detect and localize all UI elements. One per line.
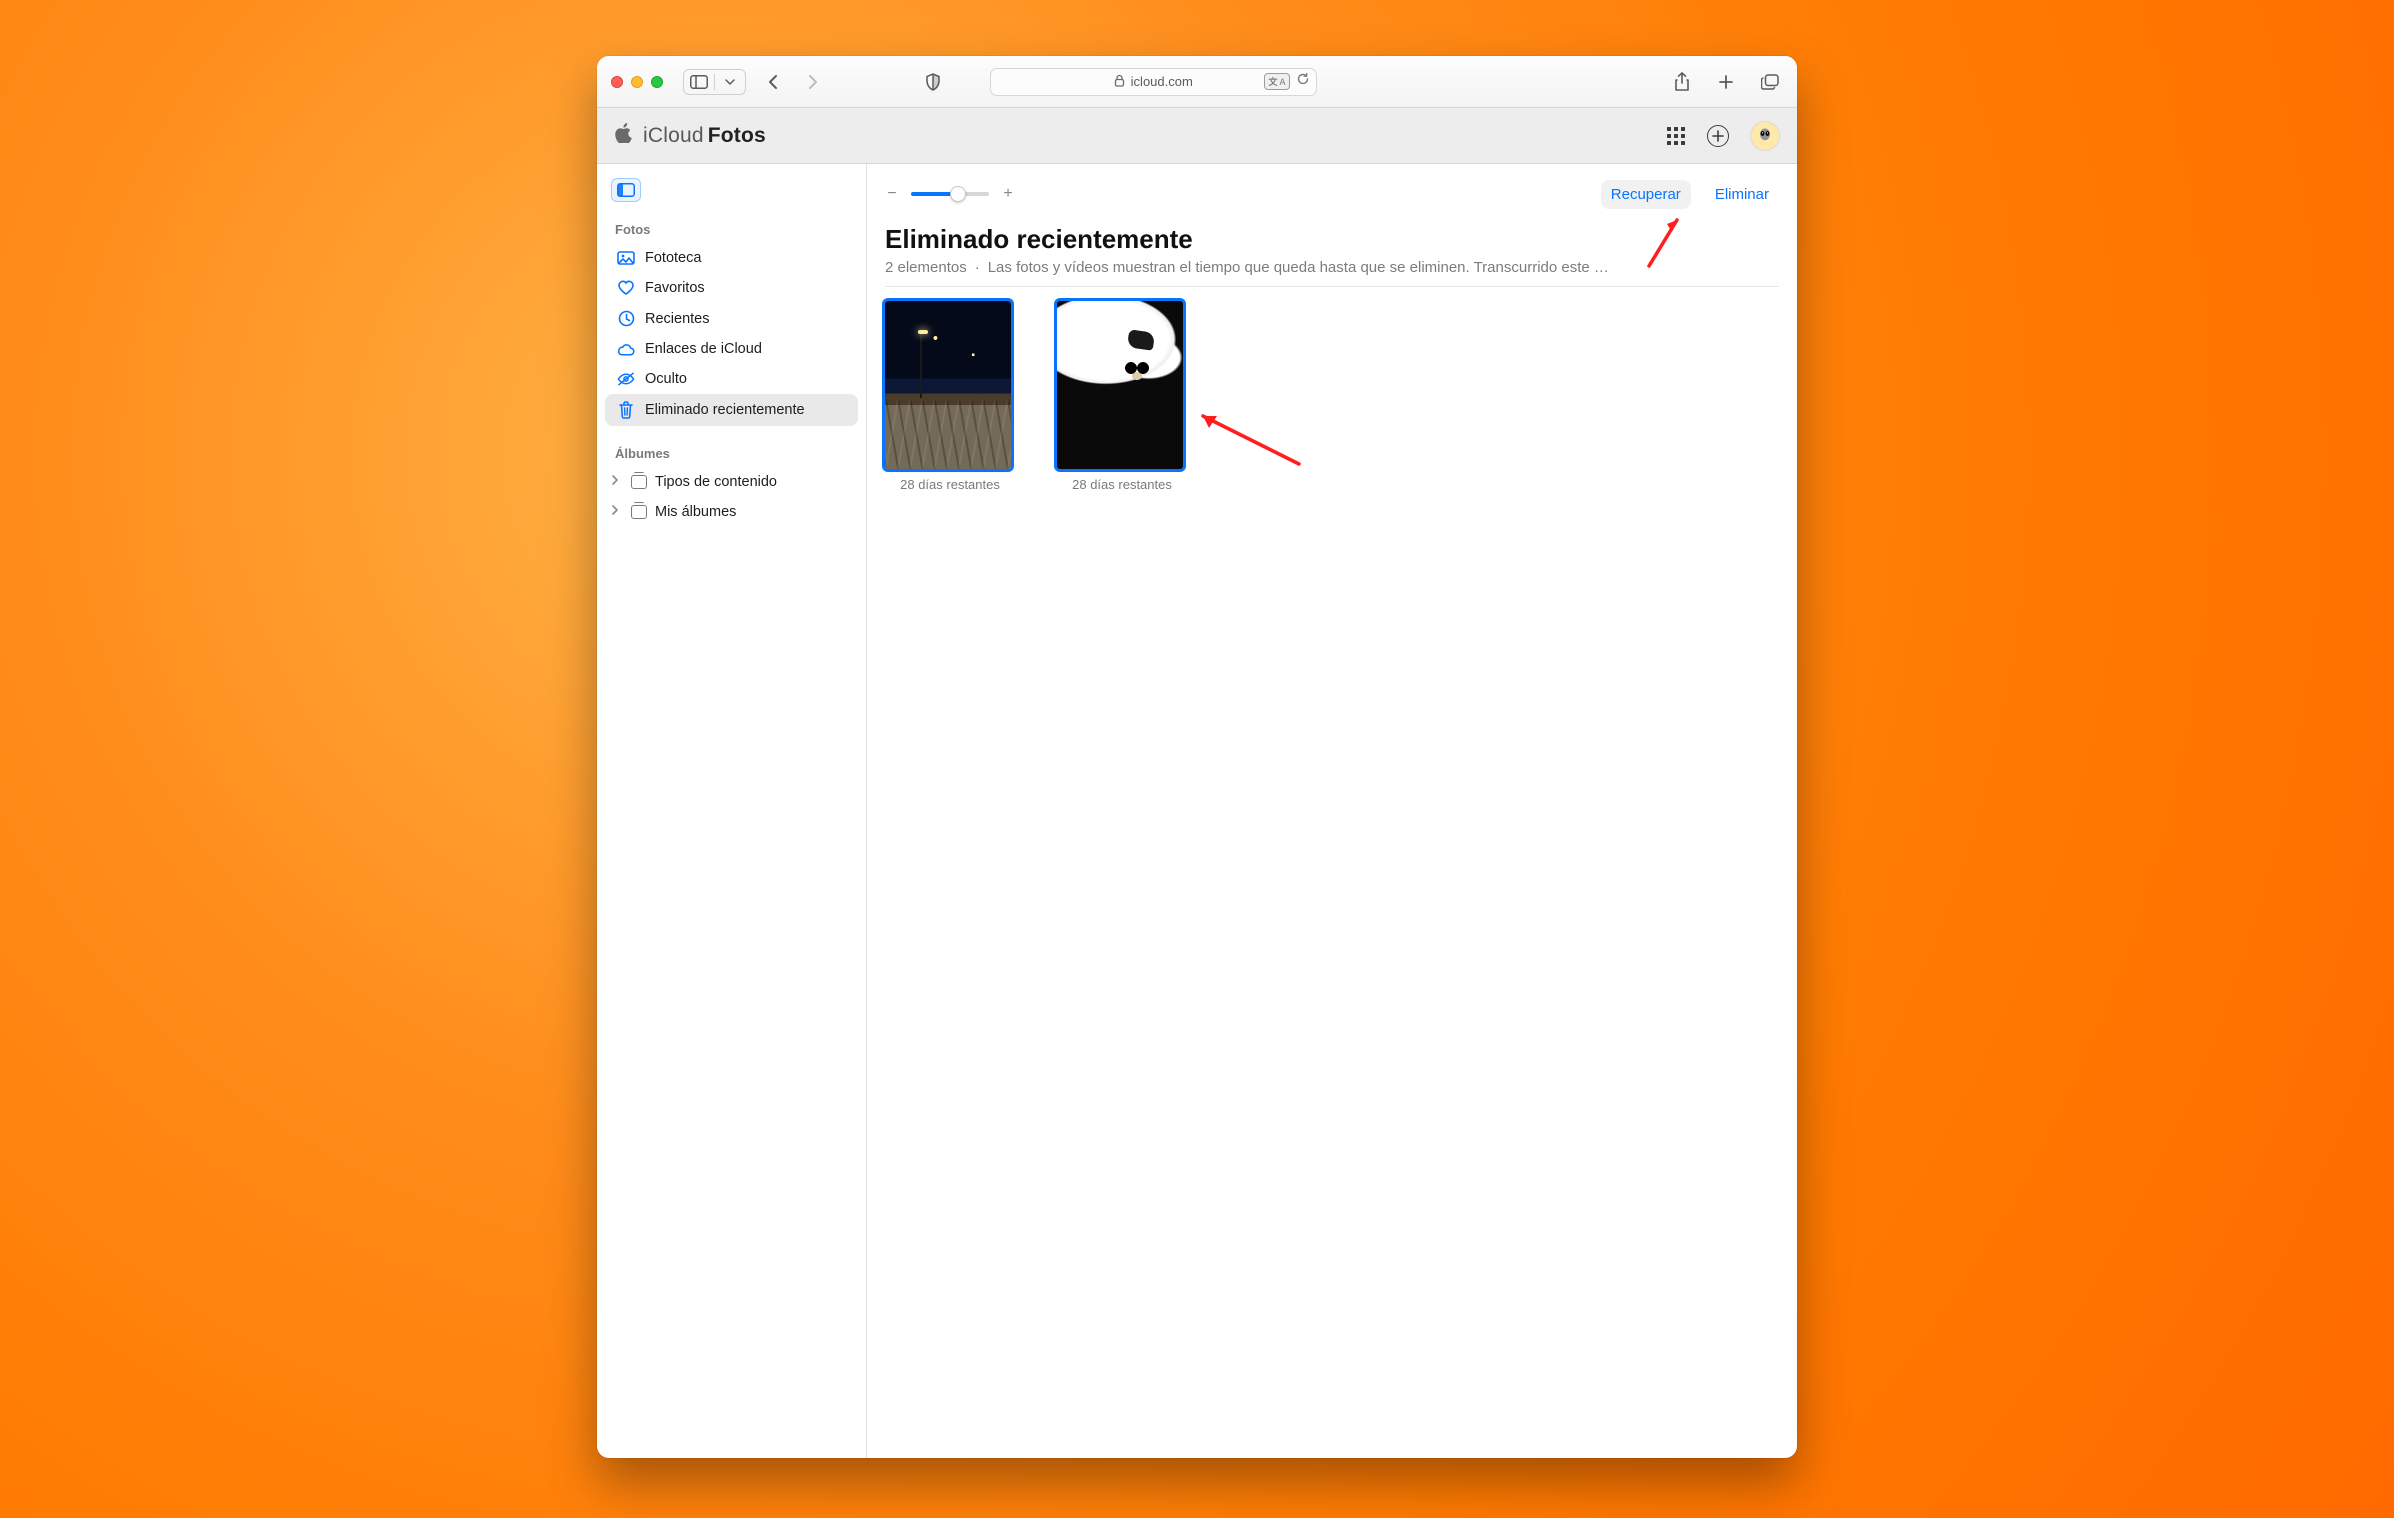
trash-icon xyxy=(617,401,635,419)
separator: · xyxy=(975,259,980,276)
window-controls xyxy=(611,76,663,88)
tabs-overview-icon[interactable] xyxy=(1757,69,1783,95)
eye-slash-icon xyxy=(617,372,635,386)
apple-logo-icon xyxy=(615,123,633,148)
album-stack-icon xyxy=(631,475,647,489)
sidebar-toggle-group xyxy=(683,69,746,95)
forward-button[interactable] xyxy=(800,69,826,95)
photo-thumbnail[interactable] xyxy=(1057,301,1183,469)
library-icon xyxy=(617,251,635,265)
content-area: − + Recuperar Eliminar Eliminado recient… xyxy=(867,164,1797,1458)
fullscreen-window-button[interactable] xyxy=(651,76,663,88)
sidebar-item-label: Fototeca xyxy=(645,250,701,266)
delete-button[interactable]: Eliminar xyxy=(1705,180,1779,209)
brand-name: Fotos xyxy=(708,124,766,147)
new-tab-icon[interactable] xyxy=(1713,69,1739,95)
sidebar-item-favorites[interactable]: Favoritos xyxy=(605,273,858,303)
app-header: iCloudFotos xyxy=(597,108,1797,164)
safari-toolbar: icloud.com 文A xyxy=(597,56,1797,108)
clock-icon xyxy=(617,310,635,327)
privacy-shield-icon[interactable] xyxy=(920,69,946,95)
toggle-sidebar-button[interactable] xyxy=(684,70,714,94)
reload-icon[interactable] xyxy=(1296,72,1310,91)
zoom-in-button[interactable]: + xyxy=(1001,185,1015,203)
brand-prefix: iCloud xyxy=(643,124,704,147)
thumbnail-grid: 28 días restantes 28 días restantes xyxy=(885,301,1779,492)
zoom-slider[interactable] xyxy=(911,192,989,196)
address-domain: icloud.com xyxy=(1131,74,1193,89)
days-remaining-label: 28 días restantes xyxy=(1057,477,1187,492)
sidebar-item-label: Recientes xyxy=(645,311,709,327)
share-icon[interactable] xyxy=(1669,69,1695,95)
sidebar-section-albums: Álbumes xyxy=(605,440,858,467)
sidebar-item-label: Enlaces de iCloud xyxy=(645,341,762,357)
safari-window: icloud.com 文A xyxy=(597,56,1797,1458)
lock-icon xyxy=(1114,74,1125,90)
sidebar-item-icloud-links[interactable]: Enlaces de iCloud xyxy=(605,334,858,364)
content-toolbar: − + Recuperar Eliminar xyxy=(885,174,1779,214)
translate-pill-icon[interactable]: 文A xyxy=(1264,73,1289,90)
apps-grid-icon[interactable] xyxy=(1667,127,1685,145)
sidebar-item-hidden[interactable]: Oculto xyxy=(605,364,858,394)
zoom-out-button[interactable]: − xyxy=(885,185,899,203)
upload-plus-icon[interactable] xyxy=(1707,125,1729,147)
sidebar-album-my-albums[interactable]: Mis álbumes xyxy=(605,497,858,527)
sidebar-item-recents[interactable]: Recientes xyxy=(605,303,858,334)
item-count: 2 elementos xyxy=(885,259,967,276)
address-bar[interactable]: icloud.com 文A xyxy=(990,68,1317,96)
sidebar: Fotos Fototeca Favoritos Recientes xyxy=(597,164,867,1458)
divider xyxy=(885,286,1779,287)
photo-thumbnail[interactable] xyxy=(885,301,1011,469)
page-title: Eliminado recientemente xyxy=(885,224,1779,255)
sidebar-menu-chevron[interactable] xyxy=(715,70,745,94)
page-subtitle: 2 elementos · Las fotos y vídeos muestra… xyxy=(885,259,1779,276)
app-brand: iCloudFotos xyxy=(643,124,766,148)
days-remaining-label: 28 días restantes xyxy=(885,477,1015,492)
photo-item[interactable]: 28 días restantes xyxy=(1057,301,1187,492)
main-columns: Fotos Fototeca Favoritos Recientes xyxy=(597,164,1797,1458)
recover-button[interactable]: Recuperar xyxy=(1601,180,1691,209)
album-stack-icon xyxy=(631,505,647,519)
heart-icon xyxy=(617,280,635,296)
album-label: Tipos de contenido xyxy=(655,474,777,490)
back-button[interactable] xyxy=(760,69,786,95)
sidebar-item-library[interactable]: Fototeca xyxy=(605,243,858,273)
zoom-slider-thumb[interactable] xyxy=(950,186,966,202)
sidebar-item-label: Oculto xyxy=(645,371,687,387)
photo-item[interactable]: 28 días restantes xyxy=(885,301,1015,492)
zoom-control: − + xyxy=(885,185,1015,203)
sidebar-album-media-types[interactable]: Tipos de contenido xyxy=(605,467,858,497)
chevron-right-icon xyxy=(611,504,623,520)
sidebar-item-recently-deleted[interactable]: Eliminado recientemente xyxy=(605,394,858,426)
cloud-icon xyxy=(617,343,635,356)
sidebar-panel-toggle-button[interactable] xyxy=(611,178,641,202)
sidebar-section-photos: Fotos xyxy=(605,216,858,243)
account-avatar[interactable] xyxy=(1751,122,1779,150)
minimize-window-button[interactable] xyxy=(631,76,643,88)
chevron-right-icon xyxy=(611,474,623,490)
sidebar-item-label: Favoritos xyxy=(645,280,705,296)
album-label: Mis álbumes xyxy=(655,504,736,520)
description-text: Las fotos y vídeos muestran el tiempo qu… xyxy=(988,259,1609,276)
sidebar-item-label: Eliminado recientemente xyxy=(645,402,805,418)
close-window-button[interactable] xyxy=(611,76,623,88)
